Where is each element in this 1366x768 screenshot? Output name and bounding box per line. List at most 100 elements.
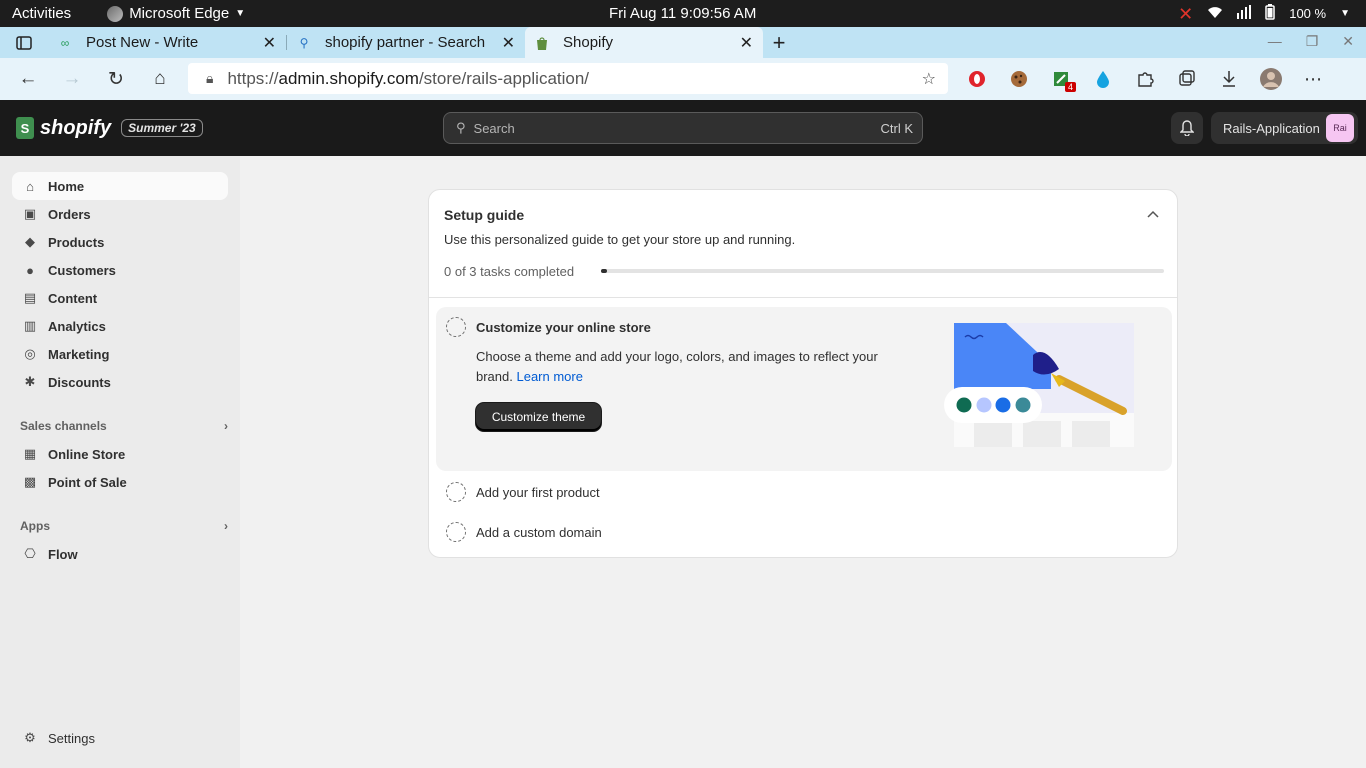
task-checkbox[interactable] [446, 522, 466, 542]
task-checkbox[interactable] [446, 482, 466, 502]
sidebar: ⌂ Home ▣ Orders ◆ Products ● Customers ▤… [0, 156, 240, 768]
progress-label: 0 of 3 tasks completed [444, 264, 575, 279]
chevron-right-icon: › [224, 519, 228, 533]
tab-title: shopify partner - Search [325, 34, 486, 51]
more-menu-icon[interactable]: ⋯ [1302, 68, 1324, 90]
admin-search[interactable]: ⚲ Search Ctrl K [443, 112, 923, 144]
shopify-logo[interactable]: S shopify Summer '23 [16, 117, 203, 140]
close-x-icon[interactable]: ✕ [1178, 5, 1193, 23]
apps-header[interactable]: Apps › [20, 519, 228, 533]
sidebar-item-label: Flow [48, 546, 78, 562]
cookie-extension-icon[interactable] [1008, 68, 1030, 90]
task-add-product[interactable]: Add your first product [476, 485, 600, 500]
url-prefix: https:// [227, 68, 279, 88]
chevron-right-icon: › [224, 419, 228, 433]
tab-actions-icon [16, 35, 32, 50]
new-tab-button[interactable]: + [763, 27, 795, 58]
setup-guide-title: Setup guide [444, 207, 525, 223]
close-window-icon[interactable]: ✕ [1342, 33, 1354, 50]
sidebar-item-customers[interactable]: ● Customers [12, 256, 228, 284]
sidebar-item-label: Online Store [48, 446, 126, 462]
target-icon: ◎ [24, 346, 36, 361]
system-tray[interactable]: ✕ 100 % ▼ [1178, 4, 1350, 23]
chevron-up-icon[interactable] [1147, 206, 1159, 221]
add-favorite-icon[interactable]: ☆ [922, 69, 936, 89]
task-customize-store[interactable]: Customize your online store Choose a the… [436, 307, 1172, 471]
drop-extension-icon[interactable] [1092, 68, 1114, 90]
setup-guide-subtitle: Use this personalized guide to get your … [444, 232, 796, 247]
notifications-button[interactable] [1171, 112, 1203, 144]
store-avatar: Rai [1326, 114, 1354, 142]
sidebar-item-analytics[interactable]: ▥ Analytics [12, 312, 228, 340]
sidebar-item-label: Analytics [48, 318, 106, 334]
sidebar-item-point-of-sale[interactable]: ▩ Point of Sale [12, 468, 228, 496]
search-shortcut: Ctrl K [880, 120, 914, 136]
sidebar-item-label: Content [48, 290, 98, 306]
forward-icon[interactable]: → [50, 68, 94, 90]
browser-tab-search[interactable]: ⚲ shopify partner - Search ✕ [287, 27, 525, 58]
close-tab-icon[interactable]: ✕ [263, 33, 276, 53]
sidebar-item-flow[interactable]: ⎔ Flow [12, 540, 228, 568]
activities-button[interactable]: Activities [12, 5, 71, 22]
collections-icon[interactable] [1176, 68, 1198, 90]
minimize-icon[interactable]: — [1268, 33, 1282, 50]
home-button-icon[interactable]: ⌂ [138, 68, 182, 90]
downloads-icon[interactable] [1218, 68, 1240, 90]
url-field[interactable]: 🔒︎ https:// admin.shopify.com /store/rai… [188, 63, 948, 94]
inbox-icon: ▣ [23, 206, 37, 221]
app-menu[interactable]: Microsoft Edge ▼ [107, 5, 245, 22]
opera-extension-icon[interactable] [966, 68, 988, 90]
app-name: Microsoft Edge [129, 5, 230, 22]
image-icon: ▤ [23, 290, 37, 305]
profile-avatar-icon[interactable] [1260, 68, 1282, 90]
sidebar-item-label: Products [48, 234, 105, 250]
search-icon: ⚲ [456, 120, 466, 135]
restore-icon[interactable]: ❐ [1306, 33, 1319, 50]
browser-tab-shopify[interactable]: Shopify ✕ [525, 27, 763, 58]
close-tab-icon[interactable]: ✕ [502, 33, 515, 53]
edge-icon [107, 5, 124, 22]
learn-more-link[interactable]: Learn more [516, 369, 582, 384]
sidebar-item-orders[interactable]: ▣ Orders [12, 200, 228, 228]
home-icon: ⌂ [26, 178, 34, 194]
edition-badge[interactable]: Summer '23 [121, 119, 203, 137]
sidebar-item-label: Settings [48, 730, 95, 746]
shopify-bag-icon: S [16, 117, 34, 139]
chart-icon: ▥ [23, 318, 37, 333]
task-custom-domain[interactable]: Add a custom domain [476, 525, 602, 540]
battery-percent: 100 % [1289, 6, 1327, 21]
tab-actions-button[interactable] [0, 27, 48, 58]
task-checkbox[interactable] [446, 317, 466, 337]
sidebar-item-discounts[interactable]: ✱ Discounts [12, 368, 228, 396]
store-icon: ▦ [23, 446, 37, 461]
close-tab-icon[interactable]: ✕ [740, 33, 753, 53]
back-icon[interactable]: ← [6, 68, 50, 90]
wifi-icon [1207, 5, 1223, 22]
sidebar-item-online-store[interactable]: ▦ Online Store [12, 440, 228, 468]
bell-icon [1180, 120, 1194, 136]
store-name: Rails-Application [1223, 120, 1320, 136]
shopify-bag-icon [535, 36, 549, 50]
network-icon [1237, 5, 1252, 22]
flag-extension-icon[interactable]: 4 [1050, 68, 1076, 92]
sales-channels-header[interactable]: Sales channels › [20, 419, 228, 433]
sidebar-item-label: Discounts [48, 374, 111, 390]
tab-title: Post New - Write [86, 34, 199, 51]
sidebar-item-products[interactable]: ◆ Products [12, 228, 228, 256]
browser-tab-post-new[interactable]: ∞ Post New - Write ✕ [48, 27, 286, 58]
sidebar-item-home[interactable]: ⌂ Home [12, 172, 228, 200]
lock-icon[interactable]: 🔒︎ [206, 70, 213, 87]
sidebar-item-settings[interactable]: ⚙ Settings [12, 724, 228, 752]
refresh-icon[interactable]: ↻ [94, 68, 138, 91]
puzzle-extensions-icon[interactable] [1134, 68, 1156, 90]
gear-icon: ⚙ [24, 730, 36, 745]
task-description: Choose a theme and add your logo, colors… [476, 347, 916, 387]
search-placeholder: Search [473, 120, 515, 136]
theme-illustration [944, 323, 1134, 447]
clock[interactable]: Fri Aug 11 9:09:56 AM [609, 5, 756, 22]
store-menu-button[interactable]: Rails-Application Rai [1211, 112, 1358, 144]
sidebar-item-content[interactable]: ▤ Content [12, 284, 228, 312]
pos-icon: ▩ [23, 474, 37, 489]
sidebar-item-marketing[interactable]: ◎ Marketing [12, 340, 228, 368]
customize-theme-button[interactable]: Customize theme [476, 403, 601, 431]
